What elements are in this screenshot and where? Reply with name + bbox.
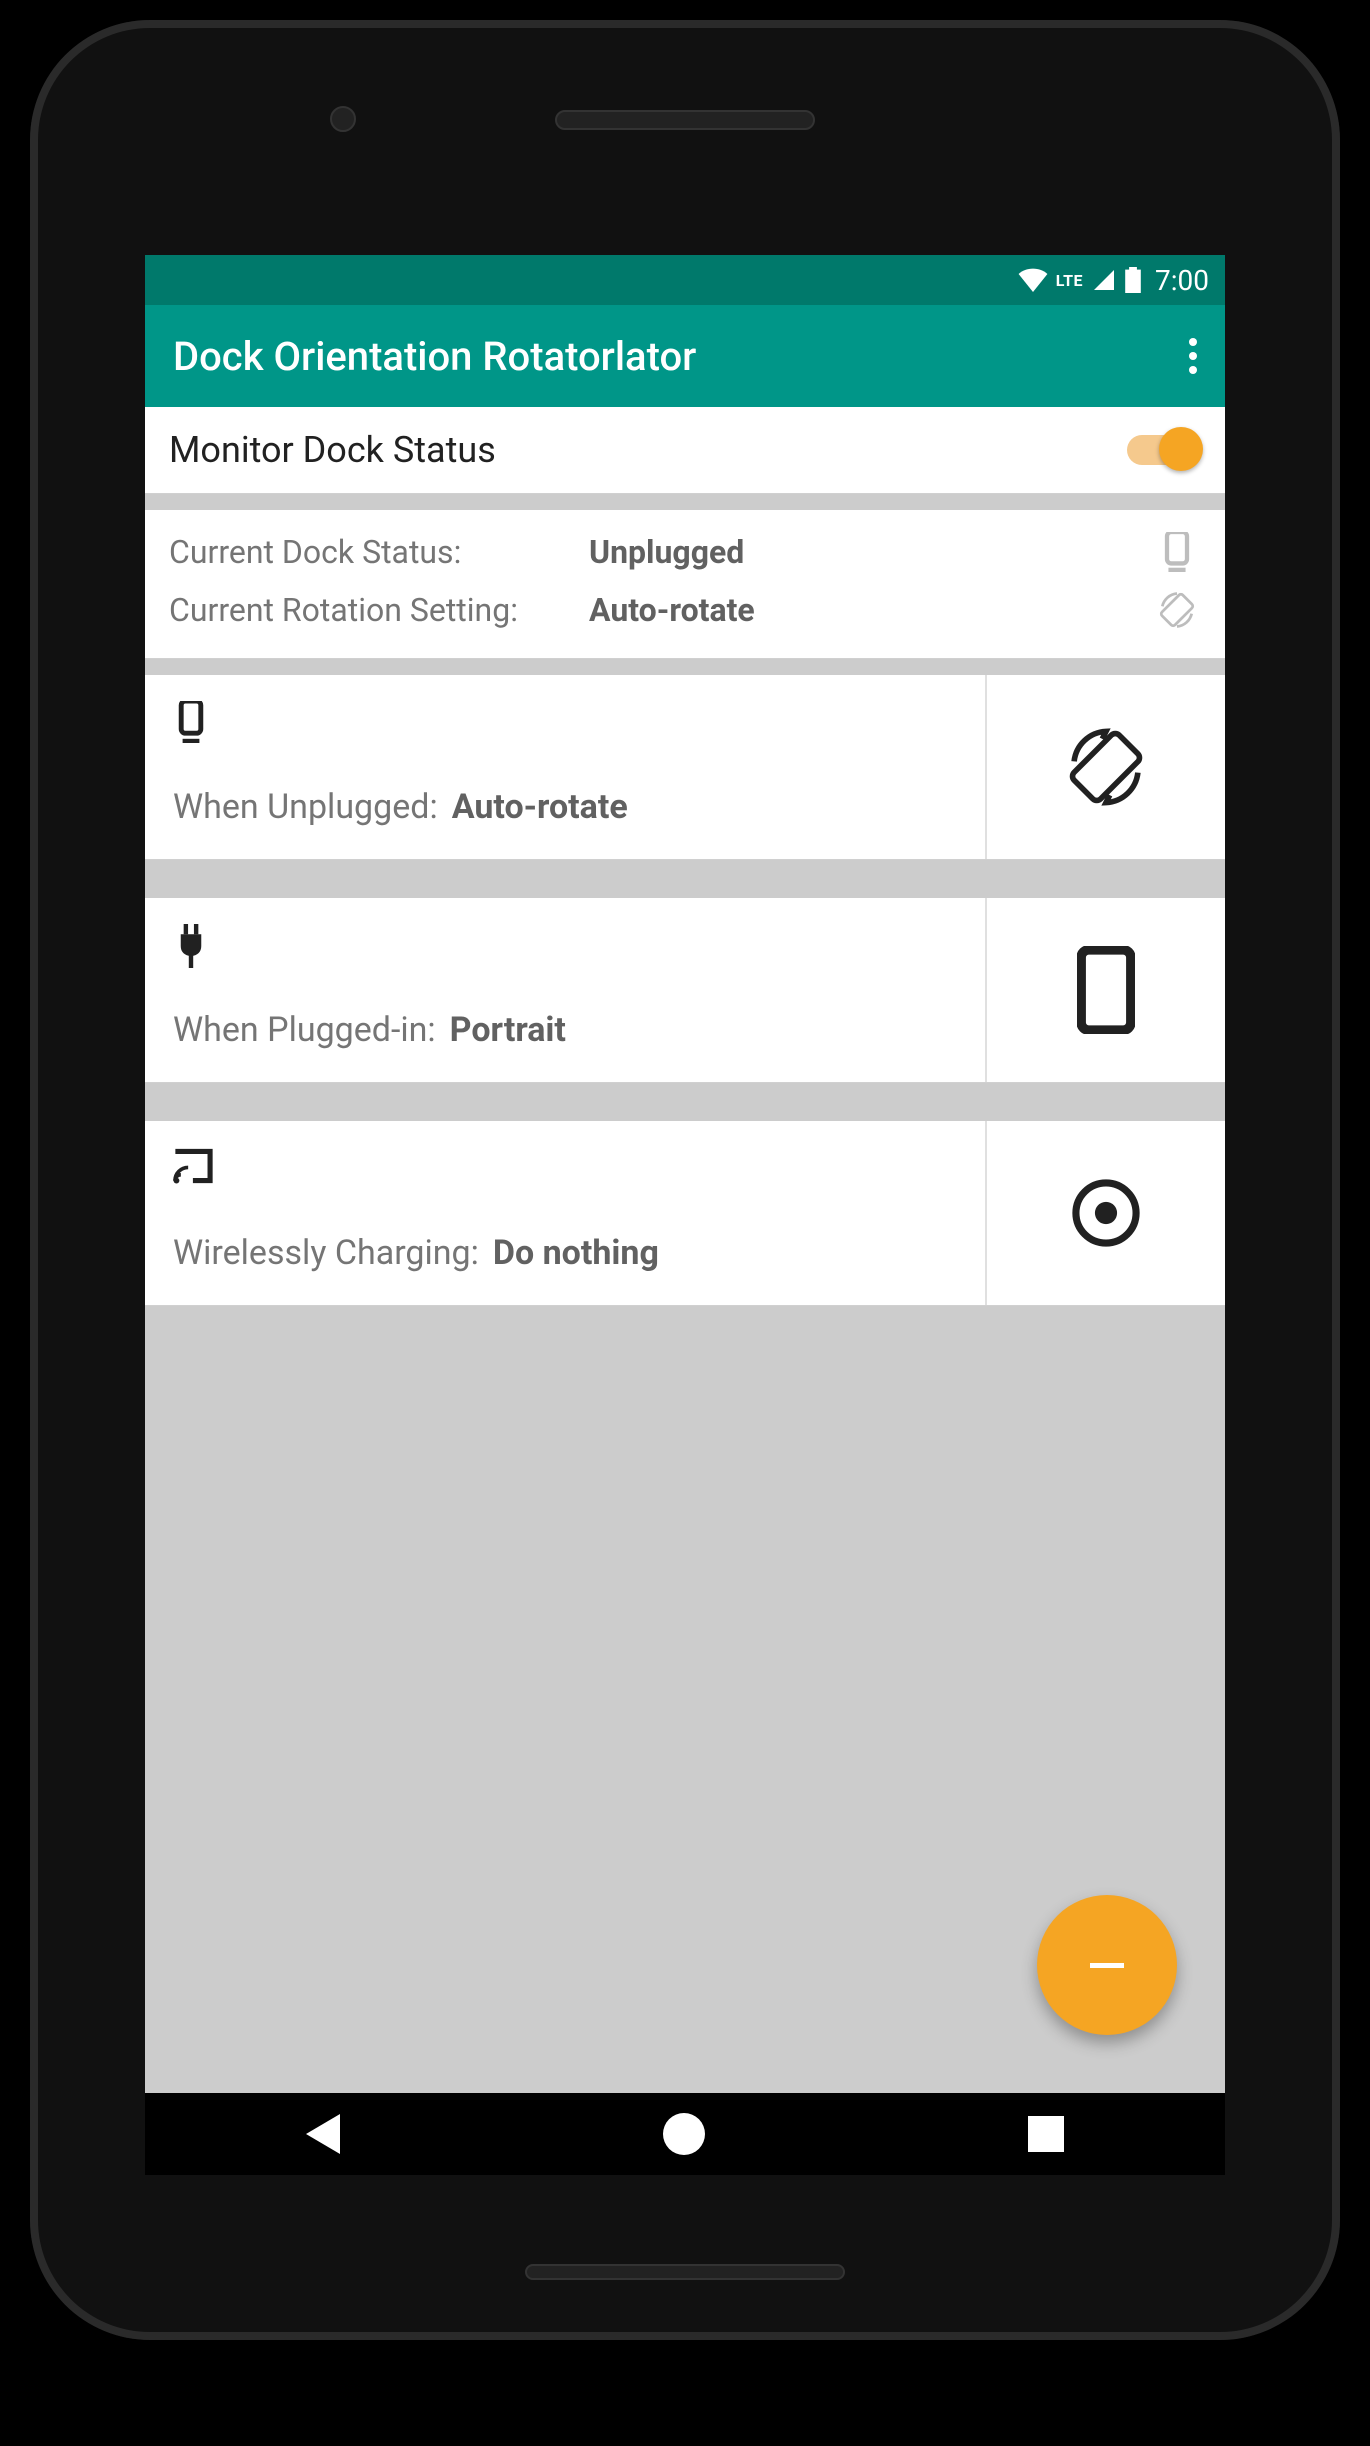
setting-wireless-value: Do nothing [493, 1233, 659, 1273]
phone-bottom-speaker [525, 2264, 845, 2280]
fab-minimize-button[interactable] [1037, 1895, 1177, 2035]
phone-speaker [555, 110, 815, 130]
android-nav-bar [145, 2093, 1225, 2175]
monitor-switch[interactable] [1127, 435, 1201, 465]
setting-wireless-left[interactable]: Wirelessly Charging: Do nothing [145, 1121, 985, 1305]
auto-rotate-icon [1061, 722, 1151, 812]
phone-camera [330, 106, 356, 132]
rotation-label: Current Rotation Setting: [169, 591, 589, 629]
phone-frame: LTE 7:00 Dock Orientation Rotatorlator M… [30, 20, 1340, 2340]
wifi-icon [1018, 268, 1048, 292]
setting-wireless-card: Wirelessly Charging: Do nothing [145, 1121, 1225, 1306]
setting-unplugged-value: Auto-rotate [452, 787, 628, 827]
switch-knob [1159, 427, 1203, 471]
monitor-card: Monitor Dock Status [145, 407, 1225, 494]
nav-home-button[interactable] [663, 2113, 705, 2155]
network-type-label: LTE [1056, 271, 1083, 290]
overflow-menu-button[interactable] [1189, 338, 1197, 374]
plug-icon [173, 924, 957, 964]
nav-recent-button[interactable] [1028, 2116, 1064, 2152]
rotation-value: Auto-rotate [589, 591, 1153, 629]
setting-plugged-value: Portrait [450, 1010, 566, 1050]
cast-icon [173, 1147, 957, 1187]
portrait-icon [1077, 946, 1135, 1034]
do-nothing-icon [1068, 1175, 1144, 1251]
screen: LTE 7:00 Dock Orientation Rotatorlator M… [145, 255, 1225, 2175]
setting-plugged-action[interactable] [985, 898, 1225, 1082]
current-status-card: Current Dock Status: Unplugged Current R… [145, 510, 1225, 659]
setting-wireless-action[interactable] [985, 1121, 1225, 1305]
setting-plugged-label: When Plugged-in: [173, 1010, 436, 1050]
current-rotation-row: Current Rotation Setting: Auto-rotate [169, 580, 1201, 640]
current-dock-status-row: Current Dock Status: Unplugged [169, 524, 1201, 580]
nav-back-button[interactable] [306, 2114, 340, 2154]
clock-label: 7:00 [1155, 264, 1209, 297]
app-title: Dock Orientation Rotatorlator [173, 333, 696, 380]
dock-icon [1153, 532, 1201, 572]
battery-icon [1125, 267, 1141, 293]
android-status-bar: LTE 7:00 [145, 255, 1225, 305]
monitor-label: Monitor Dock Status [169, 429, 496, 471]
dock-status-value: Unplugged [589, 533, 1153, 571]
dock-icon [173, 701, 957, 741]
divider [145, 1099, 1225, 1121]
divider [145, 876, 1225, 898]
setting-unplugged-action[interactable] [985, 675, 1225, 859]
dock-status-label: Current Dock Status: [169, 533, 589, 571]
auto-rotate-icon [1153, 588, 1201, 632]
signal-icon [1091, 268, 1117, 292]
app-bar: Dock Orientation Rotatorlator [145, 305, 1225, 407]
setting-unplugged-label: When Unplugged: [173, 787, 438, 827]
setting-plugged-card: When Plugged-in: Portrait [145, 898, 1225, 1083]
setting-unplugged-left[interactable]: When Unplugged: Auto-rotate [145, 675, 985, 859]
setting-unplugged-card: When Unplugged: Auto-rotate [145, 675, 1225, 860]
setting-wireless-label: Wirelessly Charging: [173, 1233, 479, 1273]
monitor-dock-status-row[interactable]: Monitor Dock Status [145, 407, 1225, 493]
setting-plugged-left[interactable]: When Plugged-in: Portrait [145, 898, 985, 1082]
minus-icon [1090, 1963, 1124, 1968]
